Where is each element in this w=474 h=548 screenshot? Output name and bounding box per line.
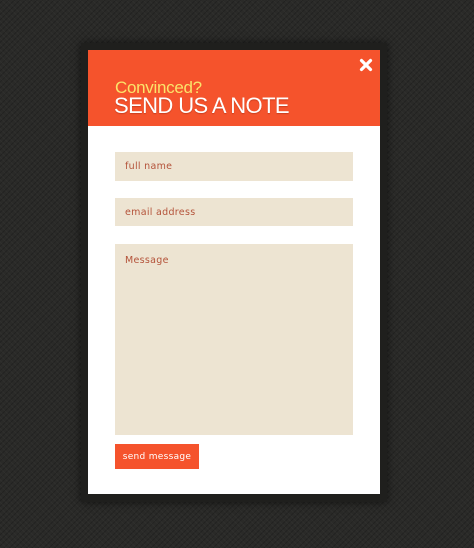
close-icon bbox=[359, 58, 373, 72]
page-background: { "modal": { "kicker": "Convinced?", "ti… bbox=[0, 0, 474, 548]
message-textarea[interactable] bbox=[115, 244, 353, 435]
close-button[interactable] bbox=[359, 57, 373, 72]
contact-modal: Convinced? SEND US A NOTE send message bbox=[88, 50, 380, 494]
modal-header: Convinced? SEND US A NOTE bbox=[88, 50, 380, 126]
modal-title: SEND US A NOTE bbox=[114, 93, 290, 118]
full-name-input[interactable] bbox=[115, 152, 353, 181]
send-message-button[interactable]: send message bbox=[115, 444, 199, 469]
email-input[interactable] bbox=[115, 198, 353, 226]
